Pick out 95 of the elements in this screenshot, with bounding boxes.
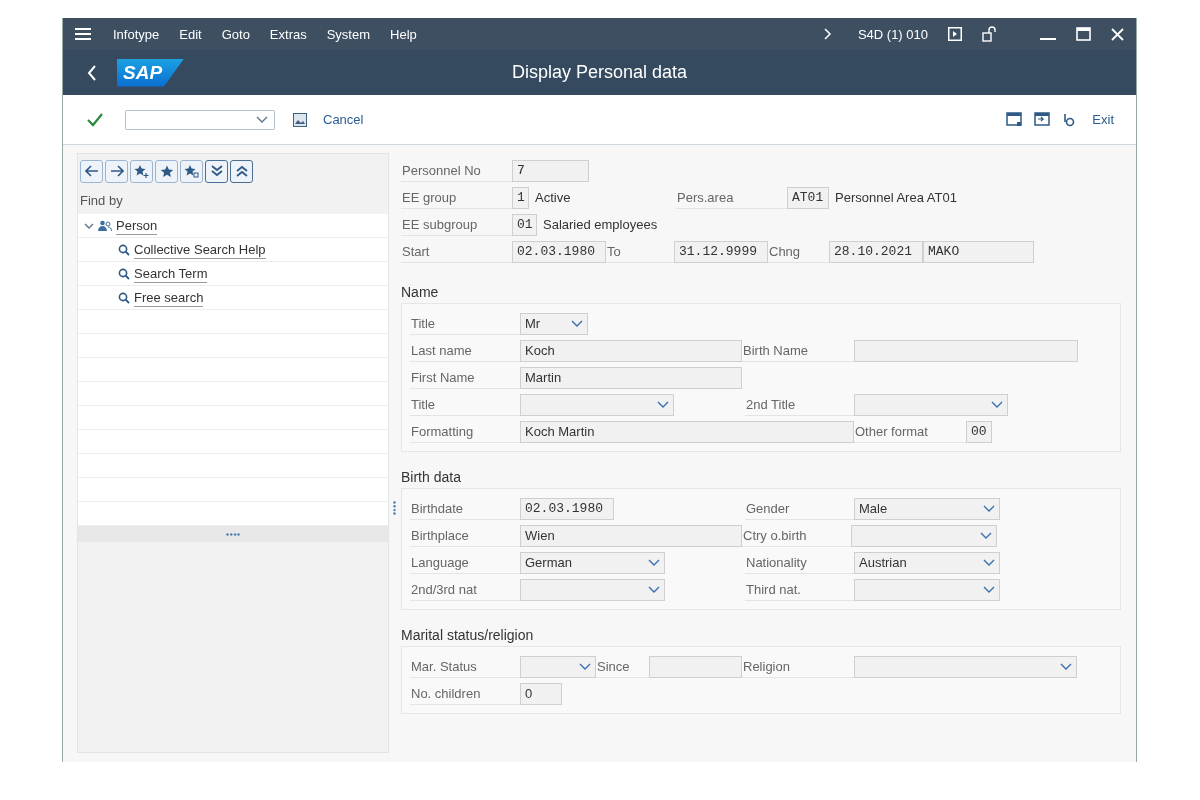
command-field[interactable] [125, 109, 275, 130]
maximize-icon[interactable] [1076, 27, 1091, 41]
back-icon[interactable] [87, 64, 97, 81]
dropdown-field[interactable] [520, 578, 665, 601]
close-icon[interactable] [1111, 27, 1124, 41]
double-chevron-up-icon [234, 164, 249, 178]
dropdown-field[interactable] [854, 655, 1077, 678]
field-description: Active [534, 188, 572, 207]
input-field[interactable]: 7 [512, 159, 589, 182]
caret-icon [983, 558, 995, 567]
caret-icon [657, 400, 669, 409]
panel-heading: Find by [79, 192, 124, 210]
input-field[interactable]: 31.12.9999 [674, 240, 768, 263]
collapse-all-button[interactable] [230, 159, 253, 183]
caret-icon [983, 585, 995, 594]
exit-button[interactable]: Exit [1088, 110, 1118, 129]
double-chevron-down-icon [209, 164, 224, 178]
caret-icon [1060, 662, 1072, 671]
input-field[interactable]: AT01 [787, 186, 829, 209]
people-icon [98, 219, 112, 232]
input-field[interactable]: Koch Martin [520, 420, 854, 443]
window-title: Display Personal data [511, 62, 688, 83]
tree-toggle-icon[interactable] [84, 221, 94, 230]
section-title: Name [401, 283, 440, 302]
edit-favorite-button[interactable] [180, 159, 203, 183]
caret-icon [648, 558, 660, 567]
section-title: Marital status/religion [401, 626, 535, 645]
forward-button[interactable] [105, 159, 128, 183]
search-icon [118, 291, 130, 304]
add-favorite-button[interactable] [130, 159, 153, 183]
check-icon[interactable] [87, 112, 103, 127]
caret-icon [991, 400, 1003, 409]
section-title: Birth data [401, 468, 462, 487]
arrow-left-icon [84, 165, 99, 177]
arrow-right-icon [109, 165, 124, 177]
caret-icon [980, 531, 992, 540]
dropdown-field[interactable] [520, 655, 596, 678]
input-field[interactable]: 0 [520, 682, 562, 705]
field-description: Salaried employees [542, 215, 659, 234]
expand-all-button[interactable] [205, 159, 228, 183]
input-field[interactable] [649, 655, 742, 678]
dropdown-field[interactable] [854, 578, 1000, 601]
input-field[interactable]: Martin [520, 366, 742, 389]
input-field[interactable]: MAKO [923, 240, 1034, 263]
caret-icon [571, 319, 583, 328]
tree-node[interactable]: Collective Search Help [134, 240, 266, 259]
dropdown-field[interactable]: German [520, 551, 665, 574]
search-icon [118, 243, 130, 256]
input-field[interactable]: 00 [966, 420, 992, 443]
menu-item[interactable]: Edit [179, 26, 202, 42]
tree-node[interactable]: Person [116, 216, 158, 235]
window-icon[interactable] [1006, 112, 1023, 127]
caret-icon [983, 504, 995, 513]
dropdown-field[interactable] [854, 393, 1008, 416]
menu-item[interactable]: Goto [221, 26, 250, 42]
favorite-button[interactable] [155, 159, 178, 183]
dropdown-field[interactable] [520, 393, 674, 416]
input-field[interactable]: 28.10.2021 [829, 240, 923, 263]
tree-node[interactable]: Free search [134, 288, 204, 307]
input-field[interactable]: 01 [512, 213, 537, 236]
caret-icon [648, 585, 660, 594]
input-field[interactable] [854, 339, 1078, 362]
input-field[interactable]: 1 [512, 186, 529, 209]
unlock-icon[interactable] [982, 26, 998, 42]
input-field[interactable]: Koch [520, 339, 742, 362]
hook-icon[interactable] [1062, 112, 1077, 127]
dropdown-field[interactable]: Austrian [854, 551, 1000, 574]
star-icon [159, 164, 174, 178]
splitter-handle-icon[interactable] [226, 532, 240, 536]
search-icon [118, 267, 130, 280]
menu-icon[interactable] [75, 27, 91, 41]
menu-item[interactable]: System [326, 26, 371, 42]
dropdown-field[interactable]: Male [854, 497, 1000, 520]
splitter-handle-icon[interactable] [393, 501, 396, 515]
play-box-icon[interactable] [948, 27, 962, 41]
caret-icon [579, 662, 591, 671]
input-field[interactable]: 02.03.1980 [512, 240, 606, 263]
star-plus-icon [134, 164, 149, 178]
chevron-right-icon[interactable] [823, 28, 832, 40]
menu-item[interactable]: Extras [269, 26, 307, 42]
input-field[interactable]: Wien [520, 524, 742, 547]
input-field[interactable]: 02.03.1980 [520, 497, 614, 520]
system-info: S4D (1) 010 [857, 26, 928, 42]
star-edit-icon [184, 164, 199, 178]
dropdown-field[interactable]: Mr [520, 312, 588, 335]
logo: SAP [117, 58, 185, 87]
dropdown-field[interactable] [851, 524, 997, 547]
field-description: Personnel Area AT01 [834, 188, 958, 207]
menu-item[interactable]: Help [390, 26, 417, 42]
menu-item[interactable]: Infotype [113, 26, 160, 42]
cancel-button[interactable]: Cancel [319, 110, 368, 129]
caret-icon [256, 115, 268, 124]
tree-node[interactable]: Search Term [134, 264, 208, 283]
image-icon[interactable] [293, 112, 307, 127]
back-button[interactable] [80, 159, 103, 183]
